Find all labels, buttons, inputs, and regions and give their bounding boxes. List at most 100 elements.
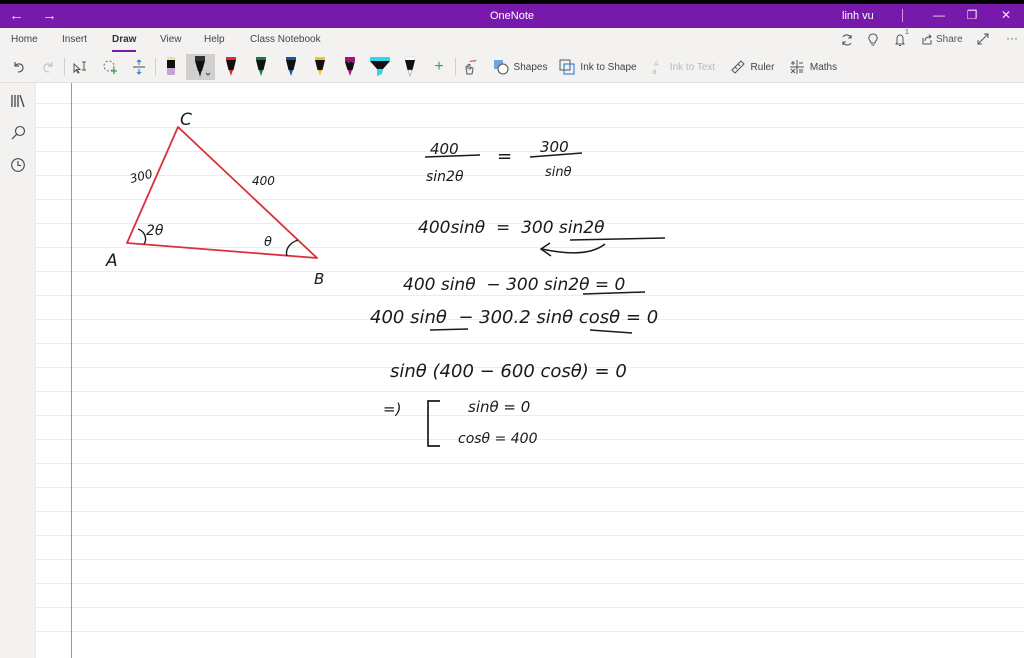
white-pen-icon	[404, 56, 416, 77]
cyan-highlighter-tool[interactable]	[367, 54, 393, 80]
eraser-icon	[167, 57, 175, 75]
black-pen-tool[interactable]	[186, 54, 215, 80]
lasso-type-icon	[73, 61, 86, 74]
toolbar-divider	[155, 58, 156, 76]
redo-icon	[43, 62, 53, 73]
tab-class-notebook[interactable]: Class Notebook	[250, 34, 321, 45]
eq4-underline-2	[589, 329, 633, 334]
shapes-label: Shapes	[513, 61, 548, 73]
shapes-icon	[493, 60, 509, 75]
title-bar: ← → OneNote linh vu — ❐ ✕	[0, 4, 1024, 28]
notification-count: 1	[905, 29, 909, 36]
angle-b-label: θ	[264, 235, 272, 250]
ink-to-shape-label: Ink to Shape	[580, 61, 637, 73]
minimize-button[interactable]: —	[929, 8, 949, 22]
lightbulb-icon[interactable]	[867, 33, 879, 50]
ruler-icon	[730, 60, 745, 74]
ink-to-text-label: Ink to Text	[669, 61, 716, 73]
equation-5: sinθ (400 − 600 cosθ) = 0	[390, 361, 627, 382]
eq1-numerator-right: 300	[540, 138, 569, 156]
recent-icon[interactable]	[8, 155, 28, 175]
equation-4: 400 sinθ − 300.2 sinθ cosθ = 0	[370, 307, 658, 328]
note-page[interactable]: C A B 300 400 2θ θ 400 sin2θ = 300 sinθ …	[36, 83, 1024, 658]
maths-icon	[789, 60, 804, 74]
redo-button[interactable]	[39, 54, 57, 80]
toolbar-divider	[64, 58, 65, 76]
tab-view[interactable]: View	[160, 34, 182, 45]
case-bracket	[427, 400, 440, 447]
purple-pen-icon	[345, 57, 355, 76]
eq4-underline-1	[429, 328, 469, 331]
green-pen-icon	[256, 57, 266, 76]
angle-a-label: 2θ	[146, 223, 164, 239]
ruler-button[interactable]: Ruler	[729, 54, 775, 80]
eq2-underline	[569, 237, 666, 241]
eq1-denominator-right: sinθ	[545, 165, 572, 180]
search-icon[interactable]	[8, 123, 28, 143]
implies-arrow: =)	[383, 400, 401, 418]
navigation-sidebar	[0, 83, 36, 658]
tab-draw[interactable]: Draw	[112, 34, 137, 52]
expand-icon[interactable]	[977, 33, 989, 48]
purple-pen-tool[interactable]	[339, 54, 361, 80]
share-button[interactable]: Share	[921, 33, 963, 45]
vertex-label-c: C	[180, 110, 192, 130]
triangle-drawing: C A B 300 400 2θ θ	[105, 110, 324, 288]
ink-to-text-icon: Aa	[652, 60, 659, 75]
tab-insert[interactable]: Insert	[62, 34, 87, 45]
title-separator	[902, 9, 903, 22]
red-pen-tool[interactable]	[220, 54, 242, 80]
case-2: cosθ = 400	[458, 431, 538, 447]
insert-space-icon	[133, 59, 145, 75]
vertex-label-b: B	[314, 270, 324, 288]
more-options-button[interactable]: ···	[1006, 31, 1018, 45]
add-pen-button[interactable]: +	[429, 54, 449, 80]
touch-draw-icon	[465, 59, 477, 75]
eq1-denominator-left: sin2θ	[426, 169, 464, 185]
draw-toolbar: + Shapes Ink to Shape Aa Ink to Text Rul…	[0, 52, 1024, 82]
yellow-pen-icon	[315, 57, 325, 76]
tab-home[interactable]: Home	[11, 34, 38, 45]
lasso-select-icon	[103, 60, 117, 74]
notebooks-icon[interactable]	[8, 91, 28, 111]
close-button[interactable]: ✕	[996, 8, 1016, 22]
add-space-button[interactable]	[129, 54, 149, 80]
shapes-button[interactable]: Shapes	[492, 54, 548, 80]
eraser-tool[interactable]	[160, 54, 182, 80]
white-pen-tool[interactable]	[399, 54, 421, 80]
restore-button[interactable]: ❐	[962, 8, 982, 22]
eq1-equals: =	[497, 146, 512, 167]
touch-draw-button[interactable]	[460, 54, 480, 80]
vertex-label-a: A	[105, 251, 118, 271]
maths-label: Maths	[809, 61, 838, 73]
undo-icon	[14, 62, 24, 73]
blue-pen-tool[interactable]	[280, 54, 302, 80]
equation-law-of-sines: 400 sin2θ = 300 sinθ	[424, 138, 583, 185]
cyan-highlighter-icon	[370, 57, 390, 76]
side-bc-label: 400	[252, 174, 275, 188]
green-pen-tool[interactable]	[250, 54, 272, 80]
ink-to-shape-button[interactable]: Ink to Shape	[558, 54, 638, 80]
lasso-select-button[interactable]	[100, 54, 120, 80]
share-label: Share	[936, 33, 963, 45]
ink-canvas[interactable]: C A B 300 400 2θ θ 400 sin2θ = 300 sinθ …	[36, 83, 1024, 658]
user-name[interactable]: linh vu	[842, 10, 874, 22]
ruler-label: Ruler	[750, 61, 775, 73]
undo-button[interactable]	[10, 54, 28, 80]
share-icon	[922, 34, 932, 45]
yellow-pen-tool[interactable]	[309, 54, 331, 80]
angle-arc-a	[137, 228, 147, 245]
red-pen-icon	[226, 57, 236, 76]
ink-to-shape-icon	[559, 59, 575, 75]
side-ac-label: 300	[128, 167, 154, 186]
ribbon: Home Insert Draw View Help Class Noteboo…	[0, 28, 1024, 83]
angle-arc-b	[285, 239, 299, 257]
svg-text:a: a	[652, 67, 657, 75]
lasso-type-button[interactable]	[70, 54, 90, 80]
toolbar-divider	[455, 58, 456, 76]
sync-icon[interactable]	[840, 33, 854, 50]
tab-help[interactable]: Help	[204, 34, 225, 45]
ink-to-text-button[interactable]: Aa Ink to Text	[648, 54, 718, 80]
maths-button[interactable]: Maths	[787, 54, 839, 80]
case-1: sinθ = 0	[468, 398, 530, 416]
